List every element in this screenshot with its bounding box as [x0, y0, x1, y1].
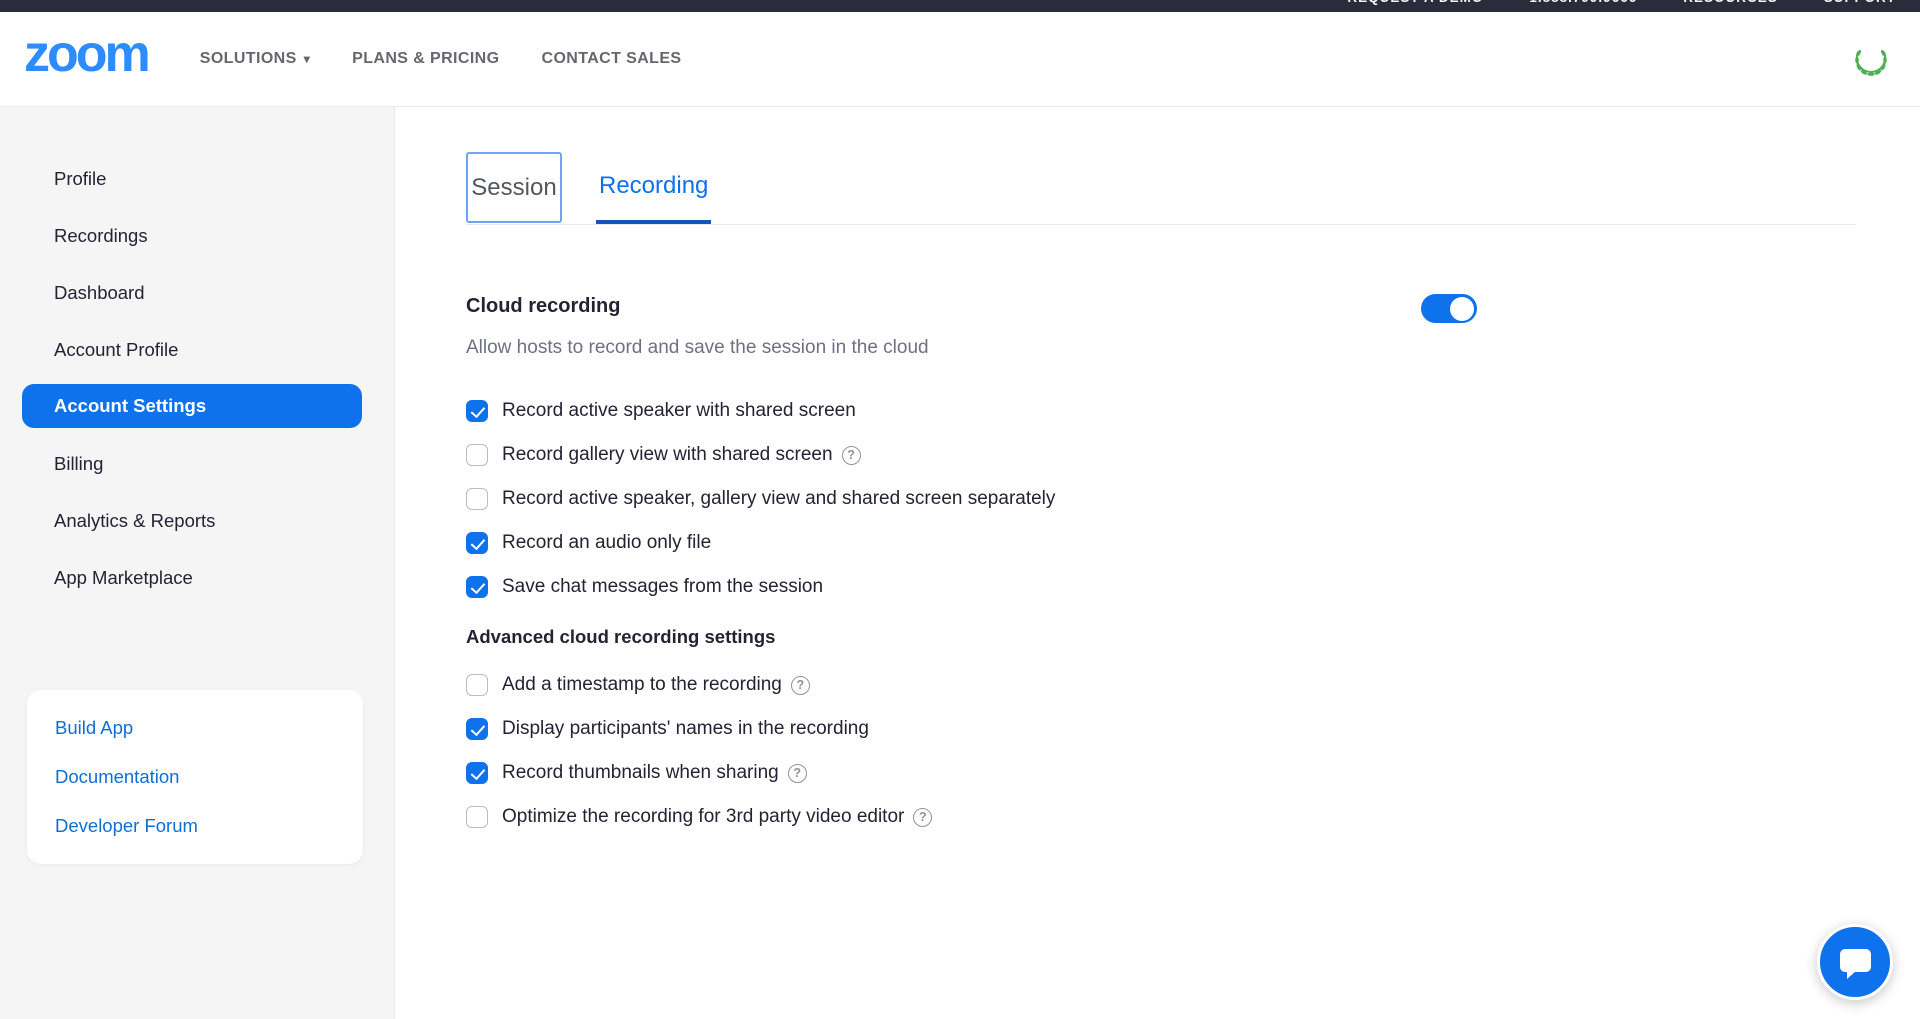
help-question-icon[interactable]: ? — [787, 763, 807, 783]
checkbox-label: Record active speaker, gallery view and … — [502, 488, 1056, 509]
developer-link[interactable]: Build App — [27, 704, 363, 753]
checkbox-label: Add a timestamp to the recording — [502, 674, 782, 695]
checkbox[interactable] — [466, 400, 488, 422]
cloud-recording-toggle[interactable] — [1421, 294, 1477, 323]
setting-checkbox-row: Record active speaker with shared screen… — [466, 389, 1856, 433]
setting-checkbox-row: Record gallery view with shared screen ? — [466, 433, 1856, 477]
setting-checkbox-row: Record thumbnails when sharing ? — [466, 751, 1856, 795]
help-question-icon[interactable]: ? — [913, 807, 933, 827]
cloud-recording-title: Cloud recording — [466, 295, 621, 317]
checkbox[interactable] — [466, 674, 488, 696]
sidebar-item[interactable]: Account Profile — [0, 321, 394, 378]
tab-session[interactable]: Session — [466, 152, 562, 223]
checkbox-label: Record an audio only file — [502, 532, 712, 553]
setting-checkbox-row: Add a timestamp to the recording ? — [466, 663, 1856, 707]
checkbox[interactable] — [466, 762, 488, 784]
chevron-down-icon: ▾ — [303, 52, 311, 66]
sidebar-item-label: Analytics & Reports — [54, 509, 216, 531]
setting-checkbox-row: Save chat messages from the session ? — [466, 565, 1856, 609]
checkbox-label: Record gallery view with shared screen — [502, 444, 833, 465]
sidebar-item[interactable]: App Marketplace — [0, 549, 394, 606]
header-nav-item[interactable]: PLANS & PRICING ▾ — [352, 50, 499, 68]
checkbox-label: Display participants' names in the recor… — [502, 718, 869, 739]
developer-link[interactable]: Documentation — [27, 753, 363, 802]
checkbox-label: Record thumbnails when sharing — [502, 762, 779, 783]
sidebar-item[interactable]: Profile — [0, 150, 394, 207]
sidebar-item[interactable]: Account Settings — [22, 384, 362, 428]
settings-tabs: Session Recording — [466, 152, 1856, 225]
topbar-link[interactable]: REQUEST A DEMO — [1347, 0, 1483, 5]
advanced-settings-title: Advanced cloud recording settings — [466, 626, 776, 647]
chat-bubble-icon — [1839, 948, 1871, 979]
topbar-link[interactable]: SUPPORT — [1824, 0, 1896, 5]
topbar-link[interactable]: RESOURCES — [1683, 0, 1778, 5]
zoom-logo[interactable]: zoom — [24, 28, 151, 90]
topbar-link[interactable]: 1.888.799.9666 — [1529, 0, 1637, 5]
checkbox-label: Optimize the recording for 3rd party vid… — [502, 806, 905, 827]
tab-recording[interactable]: Recording — [596, 152, 712, 224]
checkbox[interactable] — [466, 806, 488, 828]
checkbox[interactable] — [466, 532, 488, 554]
checkbox[interactable] — [466, 488, 488, 510]
cloud-recording-description: Allow hosts to record and save the sessi… — [466, 337, 929, 358]
sidebar-item-label: Billing — [54, 452, 104, 474]
checkbox-label: Record active speaker with shared screen — [502, 400, 856, 421]
checkbox[interactable] — [466, 576, 488, 598]
settings-content: Session Recording Cloud recording Allow … — [396, 107, 1920, 1019]
sidebar-item-label: Recordings — [54, 224, 148, 246]
setting-checkbox-row: Optimize the recording for 3rd party vid… — [466, 795, 1856, 839]
sidebar-item[interactable]: Dashboard — [0, 264, 394, 321]
toggle-knob — [1450, 296, 1474, 321]
sidebar-item-label: Profile — [54, 167, 107, 189]
sidebar-item[interactable]: Analytics & Reports — [0, 492, 394, 549]
help-question-icon[interactable]: ? — [841, 445, 861, 465]
laurel-wreath-icon — [1855, 49, 1887, 76]
sidebar-item-label: Dashboard — [54, 281, 145, 303]
checkbox-label: Save chat messages from the session — [502, 576, 824, 597]
zoom-settings-page: REQUEST A DEMO 1.888.799.9666 RESOURCES SUP… — [0, 0, 1920, 1019]
chat-launcher-button[interactable] — [1817, 924, 1893, 1000]
setting-checkbox-row: Record active speaker, gallery view and … — [466, 477, 1856, 521]
cloud-recording-header-row: Cloud recording — [466, 294, 1856, 323]
sidebar-item[interactable]: Billing — [0, 435, 394, 492]
sidebar-item-label: App Marketplace — [54, 566, 193, 588]
header-nav: SOLUTIONS ▾ PLANS & PRICING ▾ CONTACT SA… — [200, 50, 682, 68]
page-body: Profile Recordings Dashboard Account Pro… — [0, 107, 1920, 1019]
header-nav-item[interactable]: SOLUTIONS ▾ — [200, 50, 310, 68]
utility-topbar: REQUEST A DEMO 1.888.799.9666 RESOURCES SUP… — [0, 0, 1920, 12]
checkbox[interactable] — [466, 444, 488, 466]
sidebar-item-label: Account Settings — [54, 395, 207, 416]
sidebar-item-label: Account Profile — [54, 338, 179, 360]
help-question-icon[interactable]: ? — [790, 675, 810, 695]
main-header: zoom SOLUTIONS ▾ PLANS & PRICING ▾ CONTA… — [0, 12, 1920, 107]
header-nav-item[interactable]: CONTACT SALES ▾ — [541, 50, 681, 68]
developer-link[interactable]: Developer Forum — [27, 802, 363, 851]
cloud-recording-options: Record active speaker with shared screen… — [466, 389, 1856, 609]
setting-checkbox-row: Display participants' names in the recor… — [466, 707, 1856, 751]
advanced-recording-options: Add a timestamp to the recording ? Displ… — [466, 663, 1856, 839]
developer-links-card: Build App Documentation Developer Forum — [27, 690, 363, 864]
sidebar-item[interactable]: Recordings — [0, 207, 394, 264]
checkbox[interactable] — [466, 718, 488, 740]
settings-sidebar: Profile Recordings Dashboard Account Pro… — [0, 107, 395, 1019]
setting-checkbox-row: Record an audio only file ? — [466, 521, 1856, 565]
